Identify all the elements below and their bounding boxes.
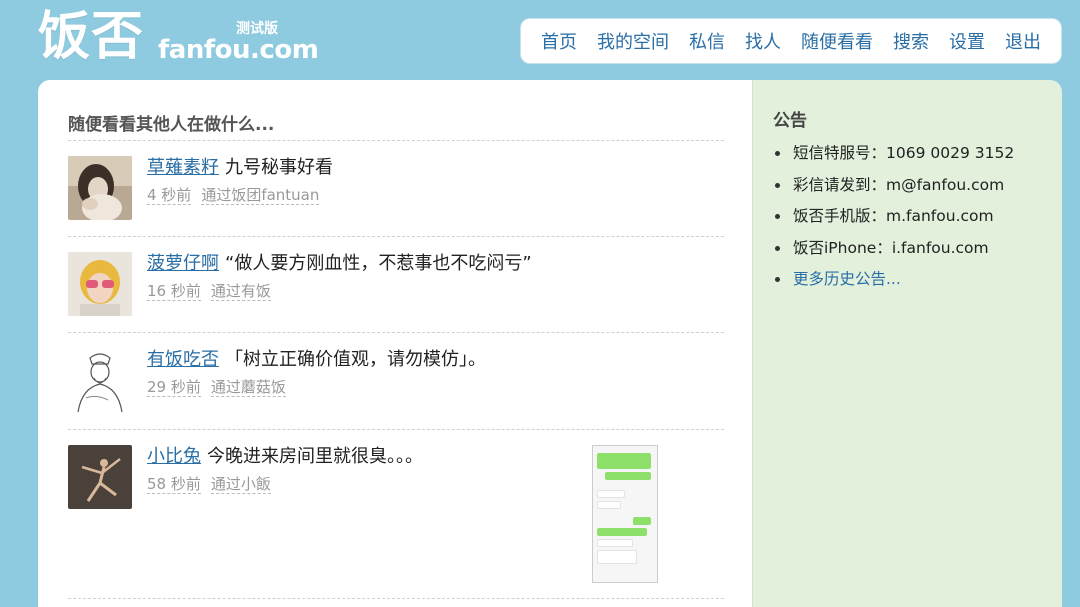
header: 饭否 测试版 fanfou.com 首页 我的空间 私信 找人 随便看看 搜索 … [0, 0, 1080, 80]
chat-bubble [597, 528, 647, 536]
nav-my-space[interactable]: 我的空间 [597, 28, 669, 54]
status-item: 菠萝仔啊 “做人要方刚血性，不惹事也不吃闷亏” 16 秒前 通过有饭 [68, 252, 724, 348]
announcement-item: 饭否手机版：m.fanfou.com [773, 206, 1042, 226]
status-item: 草薙素籽 九号秘事好看 4 秒前 通过饭团fantuan [68, 156, 724, 252]
page-title: 随便看看其他人在做什么... [68, 115, 275, 135]
status-body: 九号秘事好看 [225, 157, 333, 178]
chat-bubble [597, 550, 637, 564]
status-meta: 16 秒前 通过有饭 [147, 281, 271, 301]
status-user-link[interactable]: 有饭吃否 [147, 349, 219, 370]
status-user-link[interactable]: 菠萝仔啊 [147, 253, 219, 274]
status-meta: 4 秒前 通过饭团fantuan [147, 185, 320, 205]
nav-home[interactable]: 首页 [541, 28, 577, 54]
logo-en-text: fanfou.com [158, 35, 319, 65]
announcement-list: 短信特服号：1069 0029 3152 彩信请发到：m@fanfou.com … [773, 143, 1042, 289]
status-meta: 58 秒前 通过小飯 [147, 474, 271, 494]
status-body: “做人要方刚血性，不惹事也不吃闷亏” [225, 253, 532, 274]
avatar-dancer-icon[interactable] [68, 445, 132, 509]
status-user-link[interactable]: 小比兔 [147, 446, 201, 467]
nav-find-people[interactable]: 找人 [745, 28, 781, 54]
status-time[interactable]: 4 秒前 [147, 186, 192, 205]
status-source[interactable]: 通过小飯 [210, 475, 271, 494]
chat-bubble [605, 472, 651, 480]
chat-bubble [597, 539, 633, 547]
chat-bubble [633, 517, 651, 525]
nav-settings[interactable]: 设置 [949, 28, 985, 54]
main-panel: 随便看看其他人在做什么... 草薙素籽 九号秘事好看 4 秒前 通过饭团fantua… [38, 80, 752, 607]
chat-bubble [597, 501, 621, 509]
divider [68, 429, 724, 430]
divider [68, 332, 724, 333]
divider [68, 598, 724, 599]
chat-bubble [597, 490, 625, 498]
status-body: 今晚进来房间里就很臭。。。 [207, 446, 423, 467]
status-item: 小比兔 今晚进来房间里就很臭。。。 58 秒前 通过小飯 [68, 445, 724, 585]
status-user-link[interactable]: 草薙素籽 [147, 157, 219, 178]
status-text: 草薙素籽 九号秘事好看 [147, 156, 333, 180]
status-source[interactable]: 通过蘑菇饭 [210, 378, 286, 397]
status-meta: 29 秒前 通过蘑菇饭 [147, 377, 286, 397]
status-source[interactable]: 通过有饭 [210, 282, 271, 301]
sidebar: 公告 短信特服号：1069 0029 3152 彩信请发到：m@fanfou.c… [752, 80, 1062, 607]
more-announcements-link[interactable]: 更多历史公告... [773, 269, 1042, 289]
fanfou-logo[interactable]: 饭否 测试版 fanfou.com [38, 6, 319, 68]
status-text: 小比兔 今晚进来房间里就很臭。。。 [147, 445, 423, 469]
avatar-girl-icon[interactable] [68, 156, 132, 220]
status-text: 有饭吃否 「树立正确价值观，请勿模仿」。 [147, 348, 486, 372]
announcement-item: 短信特服号：1069 0029 3152 [773, 143, 1042, 163]
logo-cn-text: 饭否 [38, 7, 145, 67]
nav-messages[interactable]: 私信 [689, 28, 725, 54]
divider [68, 140, 724, 141]
announcement-item: 饭否iPhone：i.fanfou.com [773, 238, 1042, 258]
status-photo-thumbnail[interactable] [592, 445, 658, 583]
announcement-item: 彩信请发到：m@fanfou.com [773, 175, 1042, 195]
divider [68, 236, 724, 237]
status-body: 「树立正确价值观，请勿模仿」。 [225, 349, 486, 370]
avatar-sketch-icon[interactable] [68, 348, 132, 412]
top-nav: 首页 我的空间 私信 找人 随便看看 搜索 设置 退出 [520, 18, 1062, 64]
avatar-sunglasses-icon[interactable] [68, 252, 132, 316]
status-time[interactable]: 29 秒前 [147, 378, 201, 397]
chat-bubble [597, 453, 651, 469]
status-text: 菠萝仔啊 “做人要方刚血性，不惹事也不吃闷亏” [147, 252, 532, 276]
status-time[interactable]: 16 秒前 [147, 282, 201, 301]
nav-logout[interactable]: 退出 [1005, 28, 1041, 54]
status-time[interactable]: 58 秒前 [147, 475, 201, 494]
status-source[interactable]: 通过饭团fantuan [201, 186, 320, 205]
nav-search[interactable]: 搜索 [893, 28, 929, 54]
announcement-title: 公告 [773, 111, 807, 131]
nav-browse[interactable]: 随便看看 [801, 28, 873, 54]
